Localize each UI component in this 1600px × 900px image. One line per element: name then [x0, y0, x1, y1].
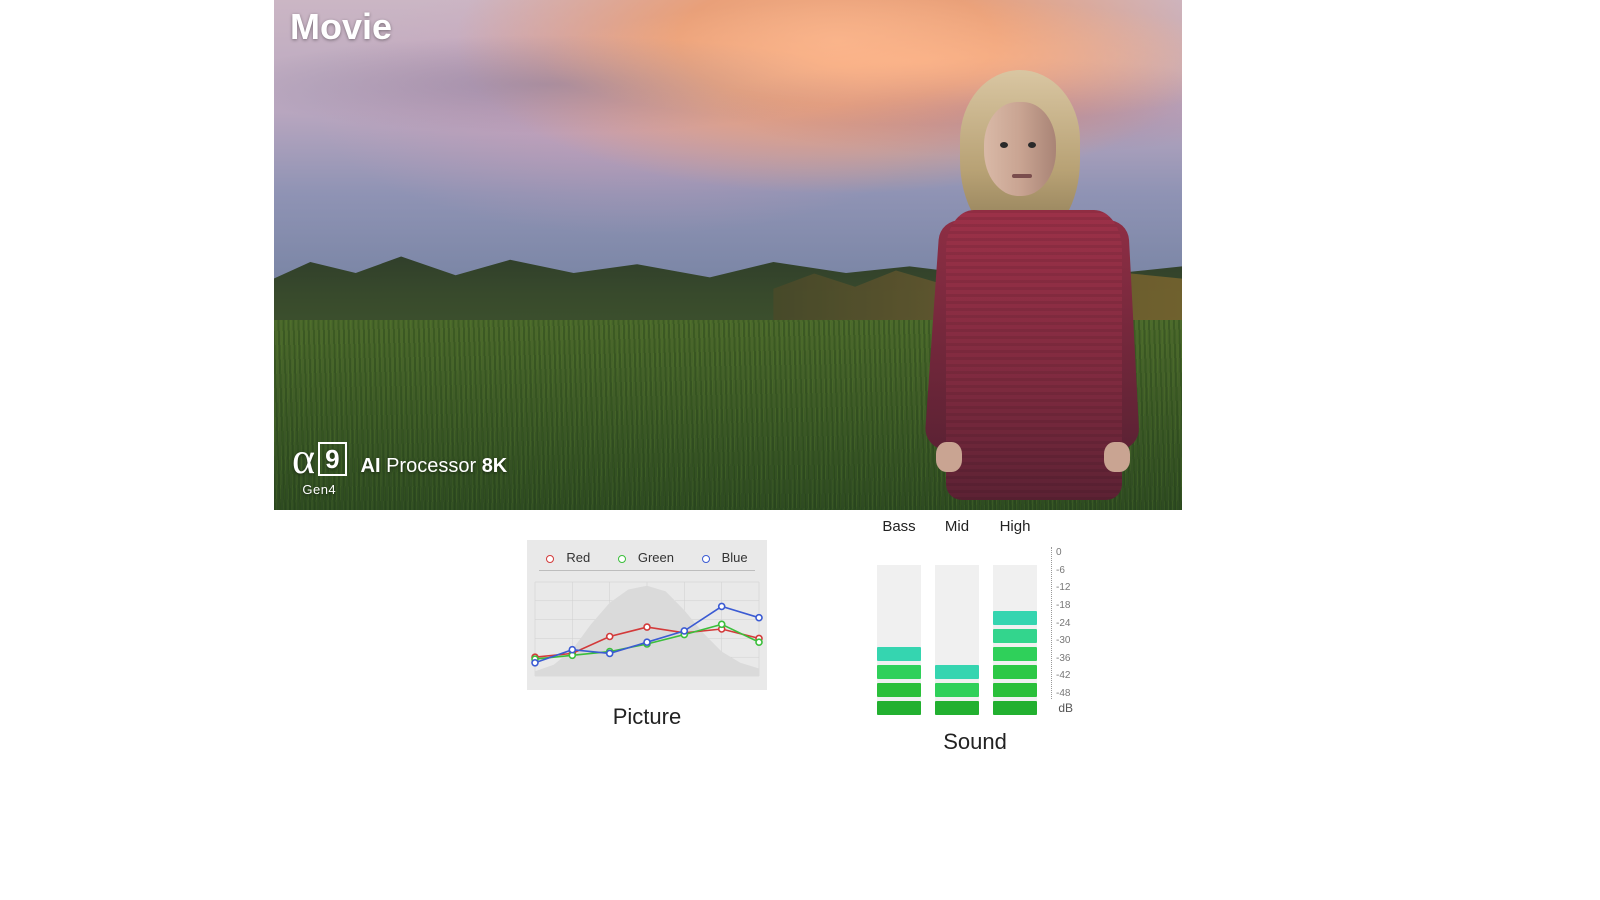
sound-col-header: High [1000, 518, 1031, 535]
db-tick: -12 [1056, 582, 1073, 593]
hero-image: Movie α 9 Gen4 AI Processor 8K [274, 0, 1182, 510]
legend-divider [539, 570, 755, 571]
legend-dot-green-icon [618, 555, 626, 563]
picture-panel-label: Picture [613, 704, 681, 730]
legend-dot-blue-icon [702, 555, 710, 563]
nine-box: 9 [318, 442, 346, 476]
sound-seg [993, 611, 1037, 625]
sound-seg [993, 683, 1037, 697]
picture-chart-legend: Red Green Blue [527, 550, 767, 565]
sound-seg [993, 665, 1037, 679]
processor-res: 8K [482, 455, 508, 477]
sound-panel: Bass Mid High 0-6-12-18-24-3 [877, 540, 1073, 800]
sound-col-mid: Mid [935, 540, 979, 715]
sound-seg [935, 683, 979, 697]
db-tick: -18 [1056, 600, 1073, 611]
db-tick: -24 [1056, 618, 1073, 629]
sound-col-bass: Bass [877, 540, 921, 715]
sound-seg [877, 683, 921, 697]
sound-seg [993, 629, 1037, 643]
legend-label-green: Green [638, 550, 674, 565]
processor-text: AI Processor 8K [361, 455, 508, 478]
sound-seg [877, 665, 921, 679]
alpha-symbol: α [292, 437, 315, 481]
picture-chart-svg [527, 574, 767, 684]
hero-person [914, 70, 1134, 510]
db-unit: dB [1058, 701, 1073, 715]
sound-bar-chart: Bass Mid High 0-6-12-18-24-3 [877, 540, 1073, 715]
alpha9-logo-icon: α 9 Gen4 [292, 437, 347, 496]
db-tick: -30 [1056, 635, 1073, 646]
sound-seg [877, 701, 921, 715]
sound-col-header: Bass [882, 518, 915, 535]
sound-seg [993, 647, 1037, 661]
db-tick: -48 [1056, 688, 1073, 699]
processor-ai: AI [361, 455, 381, 477]
processor-badge: α 9 Gen4 AI Processor 8K [292, 437, 507, 496]
sound-col-header: Mid [945, 518, 969, 535]
picture-line-chart: Red Green Blue [527, 540, 767, 690]
db-tick: -36 [1056, 653, 1073, 664]
db-scale: 0 -6 -12 -18 -24 -30 -36 -42 -48 [1051, 547, 1073, 699]
sound-seg [993, 701, 1037, 715]
db-tick: -6 [1056, 565, 1073, 576]
gen-label: Gen4 [302, 483, 336, 496]
legend-label-blue: Blue [722, 550, 748, 565]
picture-panel: Red Green Blue Picture [527, 540, 767, 800]
db-tick: 0 [1056, 547, 1073, 558]
legend-dot-red-icon [546, 555, 554, 563]
db-tick: -42 [1056, 670, 1073, 681]
sound-panel-label: Sound [943, 729, 1007, 755]
sound-seg [877, 647, 921, 661]
sound-col-high: High [993, 540, 1037, 715]
sound-seg [935, 701, 979, 715]
sound-seg [935, 665, 979, 679]
processor-word: Processor [386, 455, 476, 477]
hero-title: Movie [290, 6, 392, 48]
legend-label-red: Red [566, 550, 590, 565]
